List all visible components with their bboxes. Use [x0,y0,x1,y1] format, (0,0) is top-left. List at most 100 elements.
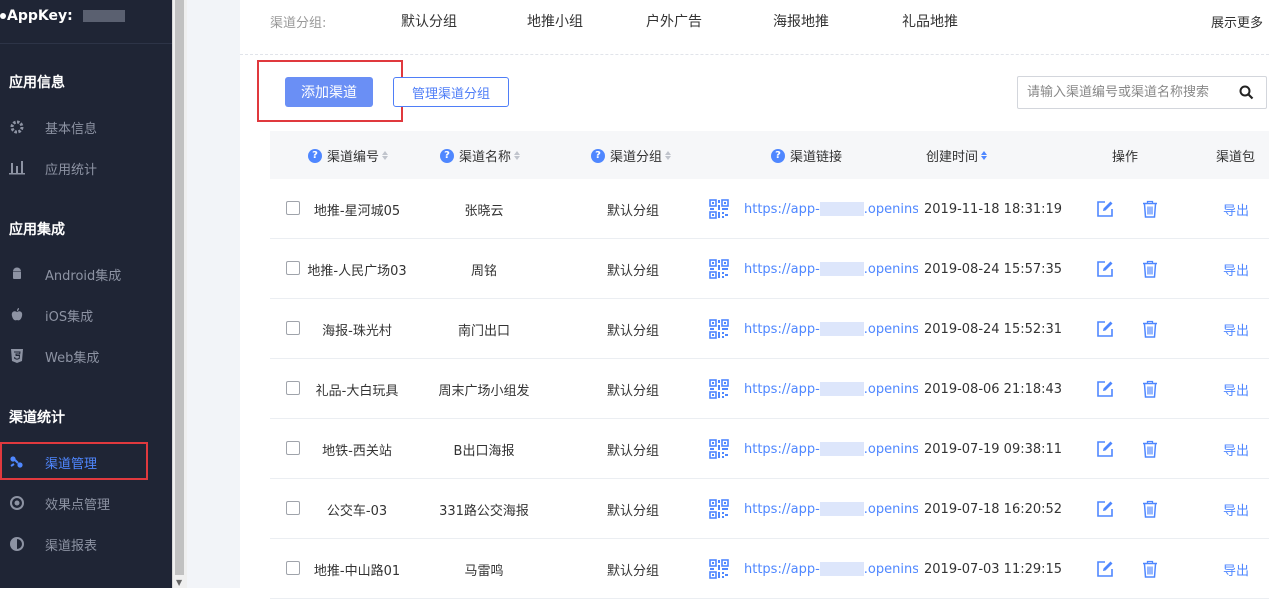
table-row: 礼品-大白玩具 周末广场小组发 默认分组 https://app- .openinsta… [270,359,1269,419]
delete-icon[interactable] [1142,299,1158,359]
row-checkbox[interactable] [286,381,300,395]
scrollbar-thumb[interactable] [175,0,184,575]
row-checkbox[interactable] [286,501,300,515]
sidebar-item-android[interactable]: Android集成 [0,258,172,290]
channel-link[interactable]: https://app- .openinsta [744,179,918,239]
column-header-link: ? 渠道链接 [771,146,842,165]
edit-icon[interactable] [1096,539,1114,599]
edit-icon[interactable] [1096,359,1114,419]
channel-link[interactable]: https://app- .openinsta [744,419,918,479]
export-link[interactable]: 导出 [1223,479,1249,539]
column-header-created[interactable]: 创建时间 [926,146,988,165]
delete-icon[interactable] [1142,239,1158,299]
content-gutter [187,0,240,588]
row-checkbox[interactable] [286,261,300,275]
link-prefix: https://app- [744,261,820,277]
row-checkbox[interactable] [286,441,300,455]
created-time: 2019-08-24 15:57:35 [924,261,1063,277]
help-icon[interactable]: ? [308,148,322,163]
sidebar-item-label: 应用统计 [45,162,98,178]
export-link[interactable]: 导出 [1223,179,1249,239]
group-filter-poster[interactable]: 海报地推 [773,11,829,31]
delete-icon[interactable] [1142,179,1158,239]
channel-link[interactable]: https://app- .openinsta [744,299,918,359]
group-filter-outdoor[interactable]: 户外广告 [646,11,702,31]
qr-code-icon[interactable] [709,239,729,299]
qr-code-icon[interactable] [709,179,729,239]
highlight-box-add-channel [257,60,403,122]
export-link[interactable]: 导出 [1223,359,1249,419]
scroll-down-arrow-icon[interactable]: ▼ [176,578,182,587]
link-prefix: https://app- [744,561,820,577]
created-time: 2019-11-18 18:31:19 [924,201,1063,217]
search-icon[interactable] [1239,85,1254,104]
column-header-group[interactable]: ? 渠道分组 [591,146,672,165]
sidebar-item-channel-report[interactable]: 渠道报表 [0,528,172,560]
edit-icon[interactable] [1096,239,1114,299]
edit-icon[interactable] [1096,179,1114,239]
export-link[interactable]: 导出 [1223,239,1249,299]
sidebar-item-effect-points[interactable]: 效果点管理 [0,487,172,519]
delete-icon[interactable] [1142,359,1158,419]
table-row: 海报-珠光村 南门出口 默认分组 https://app- .openinsta 2019… [270,299,1269,359]
help-icon[interactable]: ? [591,148,605,163]
created-time: 2019-07-03 11:29:15 [924,561,1063,577]
export-link[interactable]: 导出 [1223,299,1249,359]
qr-code-icon[interactable] [709,299,729,359]
sort-icon[interactable] [382,151,389,160]
search-box [1017,76,1267,109]
channel-name: 张晓云 [464,203,504,219]
channel-name: 南门出口 [457,323,510,339]
delete-icon[interactable] [1142,539,1158,599]
qr-code-icon[interactable] [709,419,729,479]
edit-icon[interactable] [1096,479,1114,539]
channel-name: B出口海报 [453,443,515,459]
edit-icon[interactable] [1096,299,1114,359]
show-more-groups-link[interactable]: 展示更多 [1211,12,1263,31]
link-prefix: https://app- [744,381,820,397]
sidebar-item-ios[interactable]: iOS集成 [0,299,172,331]
help-icon[interactable]: ? [440,148,454,163]
column-header-label: 渠道分组 [610,150,663,165]
manage-groups-button[interactable]: 管理渠道分组 [393,77,509,107]
link-masked-segment [819,562,864,576]
channel-link[interactable]: https://app- .openinsta [744,239,918,299]
qr-code-icon[interactable] [709,539,729,599]
export-link[interactable]: 导出 [1223,539,1249,599]
sidebar-section-app-info: 应用信息 [9,75,65,91]
qr-code-icon[interactable] [709,479,729,539]
column-header-name[interactable]: ? 渠道名称 [440,146,521,165]
group-filter-ground[interactable]: 地推小组 [527,11,583,31]
link-prefix: https://app- [744,321,820,337]
sort-icon[interactable] [665,151,672,160]
group-filter-gift[interactable]: 礼品地推 [902,11,958,31]
channel-link[interactable]: https://app- .openinsta [744,479,918,539]
sidebar-item-basic-info[interactable]: 基本信息 [0,111,172,143]
column-header-code[interactable]: ? 渠道编号 [308,146,389,165]
sort-icon[interactable] [981,151,988,160]
sidebar-item-web[interactable]: Web集成 [0,340,172,372]
channel-link[interactable]: https://app- .openinsta [744,539,918,599]
channel-link[interactable]: https://app- .openinsta [744,359,918,419]
sidebar-item-app-stats[interactable]: 应用统计 [0,152,172,184]
channel-name: 周末广场小组发 [438,383,530,399]
edit-icon[interactable] [1096,419,1114,479]
row-checkbox[interactable] [286,321,300,335]
link-suffix: .openinsta [863,561,918,577]
link-suffix: .openinsta [863,321,918,337]
group-filter-default[interactable]: 默认分组 [401,11,457,31]
link-suffix: .openinsta [863,201,918,217]
delete-icon[interactable] [1142,479,1158,539]
bar-chart-icon [9,160,25,176]
search-input[interactable] [1018,77,1228,108]
export-link[interactable]: 导出 [1223,419,1249,479]
row-checkbox[interactable] [286,561,300,575]
row-checkbox[interactable] [286,201,300,215]
sort-icon[interactable] [514,151,521,160]
channel-code: 海报-珠光村 [322,323,392,339]
qr-code-icon[interactable] [709,359,729,419]
delete-icon[interactable] [1142,419,1158,479]
help-icon[interactable]: ? [771,148,785,163]
sidebar-item-label: iOS集成 [45,309,94,325]
link-prefix: https://app- [744,441,820,457]
